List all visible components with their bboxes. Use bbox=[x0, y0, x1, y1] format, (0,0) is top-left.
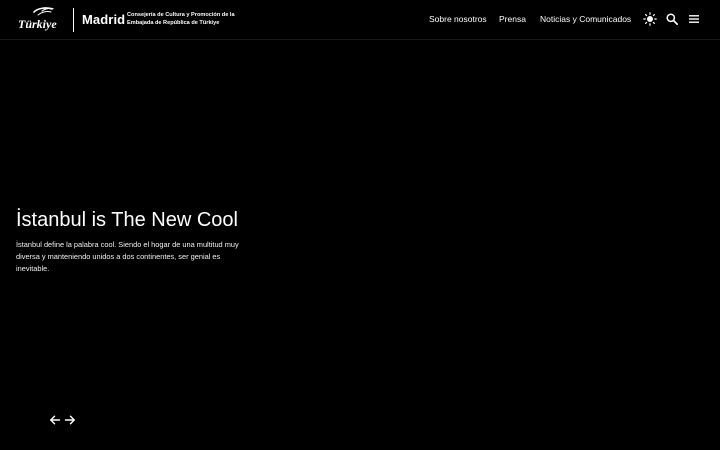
arrow-left-icon[interactable] bbox=[49, 414, 61, 426]
brand-subtitle-line2: Embajada de República de Türkiye bbox=[127, 19, 220, 26]
page: Türkiye Madrid Consejería de Cultura y P… bbox=[0, 0, 720, 450]
svg-text:Türkiye: Türkiye bbox=[18, 17, 57, 31]
logo-divider bbox=[73, 8, 74, 32]
hero-description: İstanbul define la palabra cool. Siendo … bbox=[16, 240, 239, 273]
nav-sobre-nosotros[interactable]: Sobre nosotros bbox=[429, 13, 487, 25]
brand-city[interactable]: Madrid bbox=[82, 12, 125, 28]
brand-subtitle: Consejería de Cultura y Promoción de la … bbox=[127, 12, 247, 27]
turkiye-logo[interactable]: Türkiye bbox=[16, 6, 66, 34]
arrow-right-icon[interactable] bbox=[64, 414, 76, 426]
brand-subtitle-line1: Consejería de Cultura y Promoción de la bbox=[127, 12, 235, 18]
hamburger-menu-icon[interactable] bbox=[687, 12, 701, 26]
nav-noticias-comunicados[interactable]: Noticias y Comunicados bbox=[540, 13, 631, 25]
site-header: Türkiye Madrid Consejería de Cultura y P… bbox=[0, 0, 720, 40]
hero-title: İstanbul is The New Cool bbox=[16, 209, 238, 231]
search-icon[interactable] bbox=[665, 12, 679, 26]
nav-prensa[interactable]: Prensa bbox=[499, 13, 526, 25]
sun-icon[interactable] bbox=[643, 12, 657, 26]
